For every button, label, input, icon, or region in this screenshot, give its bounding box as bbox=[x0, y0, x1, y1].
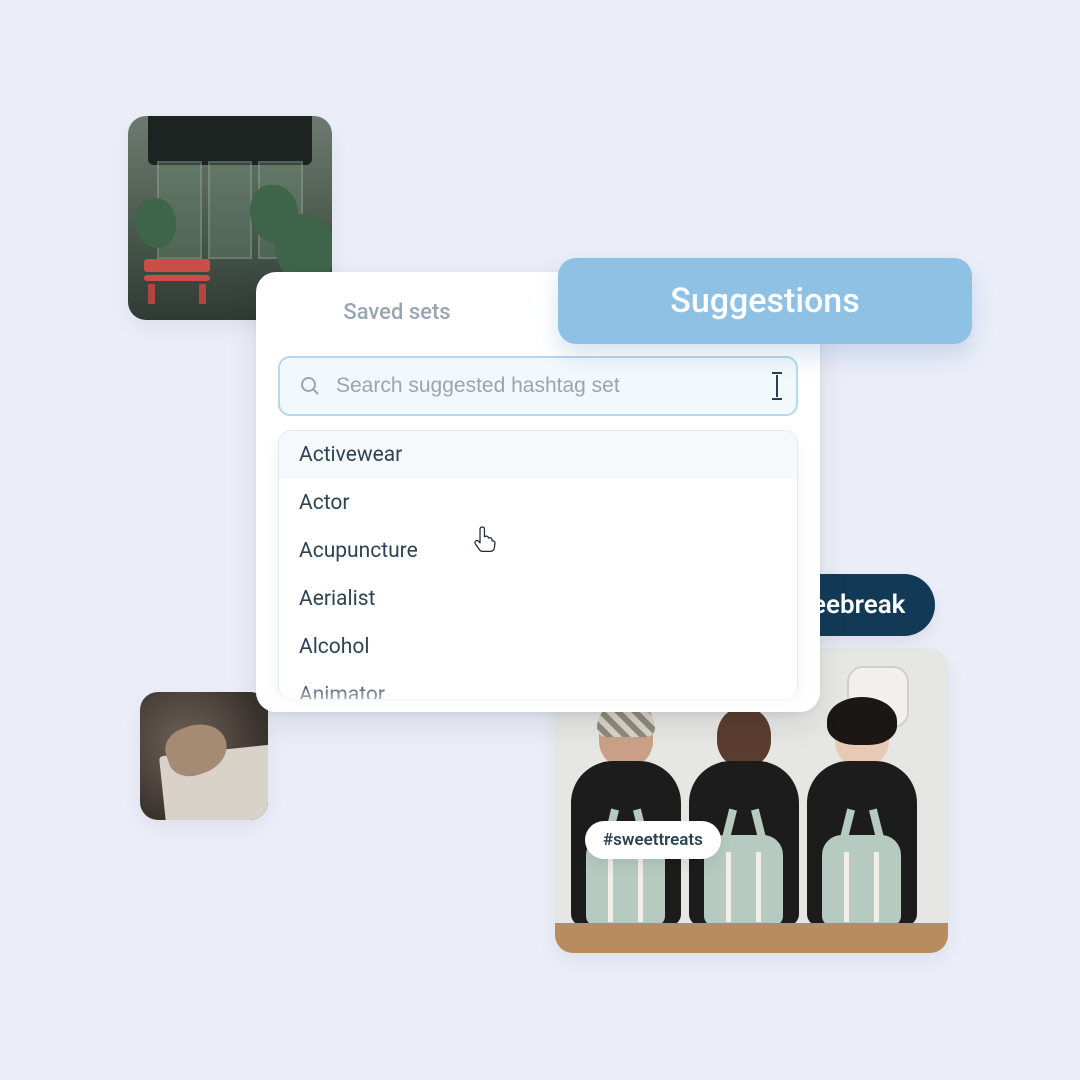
search-input[interactable] bbox=[336, 374, 758, 398]
tab-suggestions[interactable]: Suggestions bbox=[558, 258, 972, 344]
thumbnail-writing bbox=[140, 692, 268, 820]
suggestion-item[interactable]: Animator bbox=[279, 671, 797, 700]
suggestion-item[interactable]: Alcohol bbox=[279, 623, 797, 671]
suggestion-dropdown: Activewear Actor Acupuncture Aerialist A… bbox=[278, 430, 798, 700]
suggestion-item[interactable]: Activewear bbox=[279, 431, 797, 479]
search-field-wrapper[interactable] bbox=[278, 356, 798, 416]
hashtag-chip-sweettreats[interactable]: #sweettreats bbox=[585, 821, 721, 859]
tab-saved-sets[interactable]: Saved sets bbox=[256, 272, 538, 352]
suggestion-item[interactable]: Aerialist bbox=[279, 575, 797, 623]
text-cursor-icon bbox=[776, 375, 778, 397]
search-icon bbox=[298, 374, 322, 398]
suggestion-item[interactable]: Actor bbox=[279, 479, 797, 527]
suggestion-item[interactable]: Acupuncture bbox=[279, 527, 797, 575]
